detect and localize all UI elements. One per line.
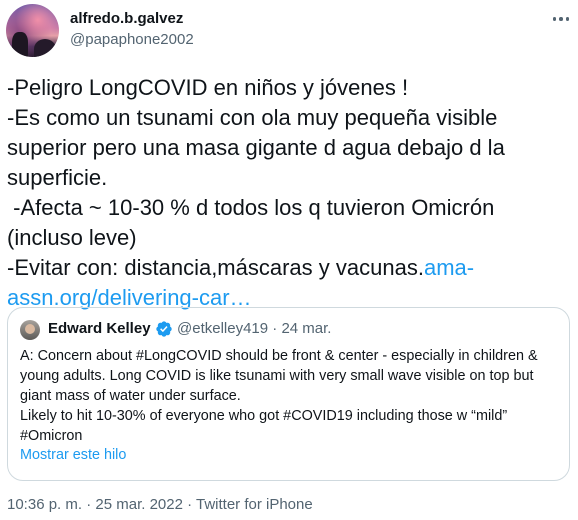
tweet-text: -Peligro LongCOVID en niños y jóvenes ! … [7, 73, 573, 313]
quoted-tweet[interactable]: Edward Kelley @etkelley419 · 24 mar. A: … [7, 307, 570, 481]
quoted-tweet-text: A: Concern about #LongCOVID should be fr… [20, 348, 538, 444]
quoted-author-avatar [20, 320, 40, 340]
tweet-body: -Peligro LongCOVID en niños y jóvenes ! … [7, 75, 505, 280]
tweet-header: alfredo.b.galvez @papaphone2002 [0, 0, 578, 66]
quoted-author-handle-date: @etkelley419 · 24 mar. [177, 320, 332, 337]
verified-badge-icon [156, 321, 172, 337]
author-handle[interactable]: @papaphone2002 [70, 31, 194, 48]
show-thread-link[interactable]: Mostrar este hilo [20, 447, 126, 463]
more-options-icon[interactable] [549, 9, 573, 29]
quoted-author-name: Edward Kelley [48, 320, 151, 337]
author-display-name[interactable]: alfredo.b.galvez [70, 10, 183, 27]
tweet-timestamp[interactable]: 10:36 p. m. · 25 mar. 2022 · Twitter for… [7, 496, 313, 513]
author-avatar[interactable] [6, 4, 59, 57]
